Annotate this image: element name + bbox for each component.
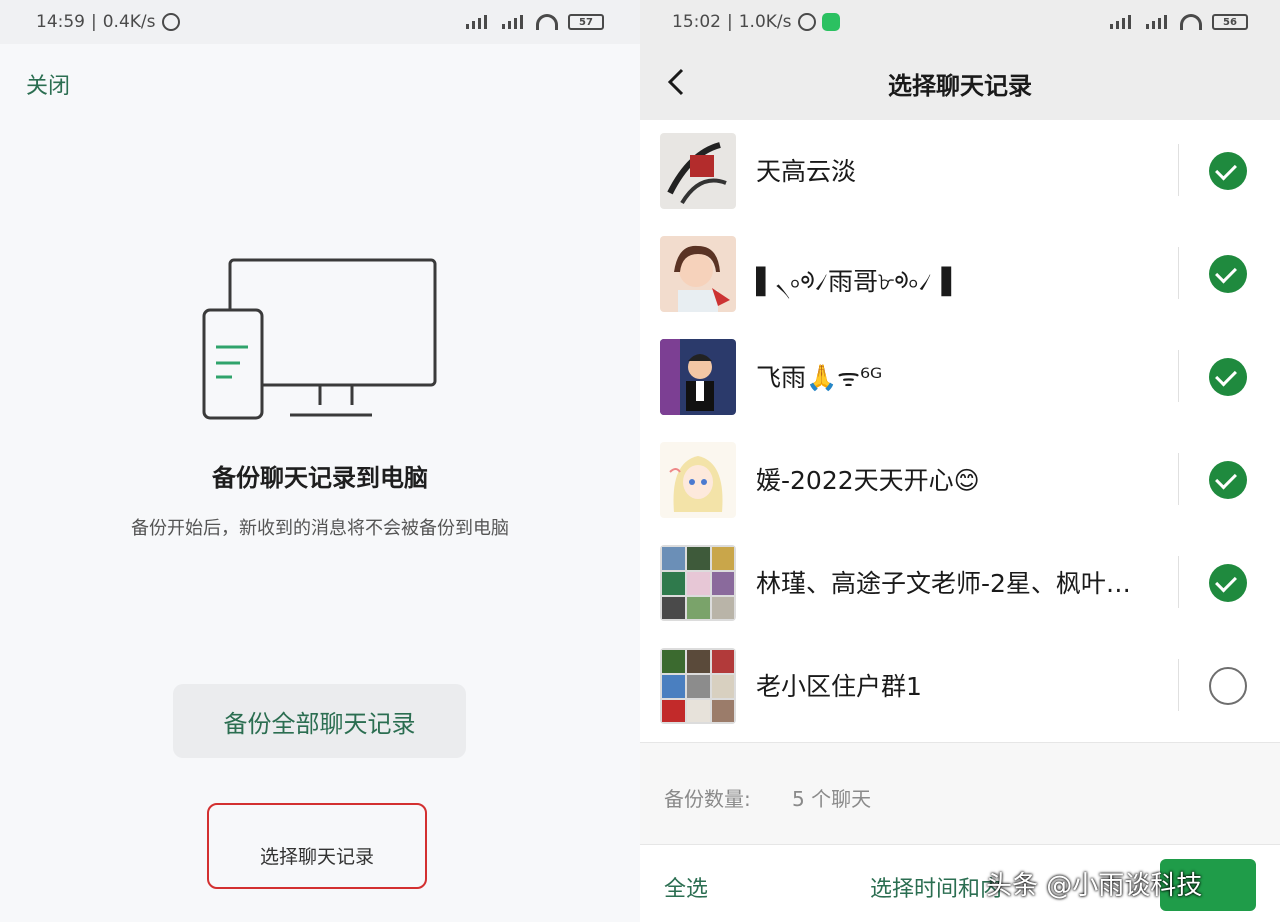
divider [1178, 659, 1179, 711]
select-all-button[interactable]: 全选 [664, 871, 708, 903]
battery-icon: 57 [568, 14, 604, 30]
cartoon-avatar [660, 339, 736, 415]
unchecked-circle-icon[interactable] [1209, 667, 1247, 705]
page-title: 选择聊天记录 [888, 72, 1032, 100]
chat-name: ▌৲৹ᢀ৴雨哥৮ᢀ৹৴▐ [756, 267, 951, 296]
chat-name: 飞雨🙏ᯤ⁶ᴳ [756, 363, 883, 392]
page-subtitle: 备份开始后，新收到的消息将不会被备份到电脑 [131, 518, 509, 539]
page-title: 备份聊天记录到电脑 [212, 464, 428, 492]
chat-name: 老小区住户群1 [756, 672, 922, 701]
chat-row[interactable]: 飞雨🙏ᯤ⁶ᴳ [640, 326, 1280, 429]
divider [1178, 144, 1179, 196]
watermark: 头条 @小雨谈科技 [986, 871, 1203, 901]
check-icon[interactable] [1209, 255, 1247, 293]
chat-name: 林瑾、高途子文老师-2星、枫叶… [756, 569, 1131, 598]
network-speed: 1.0K/s [738, 12, 792, 32]
status-bar: 14:59 | 0.4K/s 57 [0, 0, 640, 44]
signal-icon [1108, 15, 1134, 29]
wifi-icon [1180, 14, 1202, 30]
phone-monitor-illustration [202, 258, 437, 420]
portrait-avatar [660, 236, 736, 312]
close-link[interactable]: 关闭 [26, 68, 70, 100]
chat-row[interactable]: 媛-2022天天开心😊 [640, 429, 1280, 532]
check-icon[interactable] [1209, 358, 1247, 396]
chat-row[interactable]: 老小区住户群1 [640, 635, 1280, 738]
status-time: 14:59 [36, 12, 85, 32]
calligraphy-avatar [660, 133, 736, 209]
wechat-notification-icon [821, 13, 840, 31]
chat-row[interactable]: 天高云淡 [640, 120, 1280, 223]
network-speed: 0.4K/s [102, 12, 156, 32]
battery-icon: 56 [1212, 14, 1248, 30]
chat-row[interactable]: 林瑾、高途子文老师-2星、枫叶… [640, 532, 1280, 635]
select-records-label: 选择聊天记录 [259, 845, 374, 868]
divider [1178, 453, 1179, 505]
status-bar: 15:02 | 1.0K/s 56 [640, 0, 1280, 44]
select-records-button[interactable]: 选择聊天记录 [207, 803, 427, 889]
backup-all-button[interactable]: 备份全部聊天记录 [173, 684, 466, 758]
status-time: 15:02 [672, 12, 721, 32]
bottom-bar: 全选 选择时间和内 头条 @小雨谈科技 [640, 844, 1280, 922]
backup-count-value: 5 个聊天 [792, 787, 872, 811]
anime-girl-avatar [660, 442, 736, 518]
chat-row[interactable]: ▌৲৹ᢀ৴雨哥৮ᢀ৹৴▐ [640, 223, 1280, 326]
check-icon[interactable] [1209, 152, 1247, 190]
wifi-icon [536, 14, 558, 30]
backup-count-area: 备份数量: 5 个聊天 [640, 742, 1280, 844]
signal-icon [464, 15, 490, 29]
signal-icon [1144, 15, 1170, 29]
right-screen: 15:02 | 1.0K/s 56 选择聊天记录 天高云淡 ▌৲৹ᢀ৴雨哥৮ᢀ৹… [640, 0, 1280, 922]
signal-icon [500, 15, 526, 29]
alarm-icon [797, 13, 816, 31]
chat-name: 媛-2022天天开心😊 [756, 466, 980, 495]
check-icon[interactable] [1209, 564, 1247, 602]
chat-name: 天高云淡 [756, 157, 857, 186]
alarm-icon [161, 13, 180, 31]
chat-list: 天高云淡 ▌৲৹ᢀ৴雨哥৮ᢀ৹৴▐ 飞雨🙏ᯤ⁶ᴳ 媛-2022天天开心😊 林瑾、… [640, 120, 1280, 738]
status-separator: | [727, 12, 733, 32]
check-icon[interactable] [1209, 461, 1247, 499]
left-screen: 14:59 | 0.4K/s 57 关闭 备份聊天记录到电脑 备份开始后，新收到… [0, 0, 640, 922]
divider [1178, 350, 1179, 402]
divider [1178, 556, 1179, 608]
status-separator: | [91, 12, 97, 32]
group-grid-avatar [660, 648, 736, 724]
divider [1178, 247, 1179, 299]
backup-count-label: 备份数量: [664, 787, 751, 811]
select-time-range-button[interactable]: 选择时间和内 [870, 871, 1002, 903]
header: 选择聊天记录 [640, 44, 1280, 120]
group-grid-avatar [660, 545, 736, 621]
